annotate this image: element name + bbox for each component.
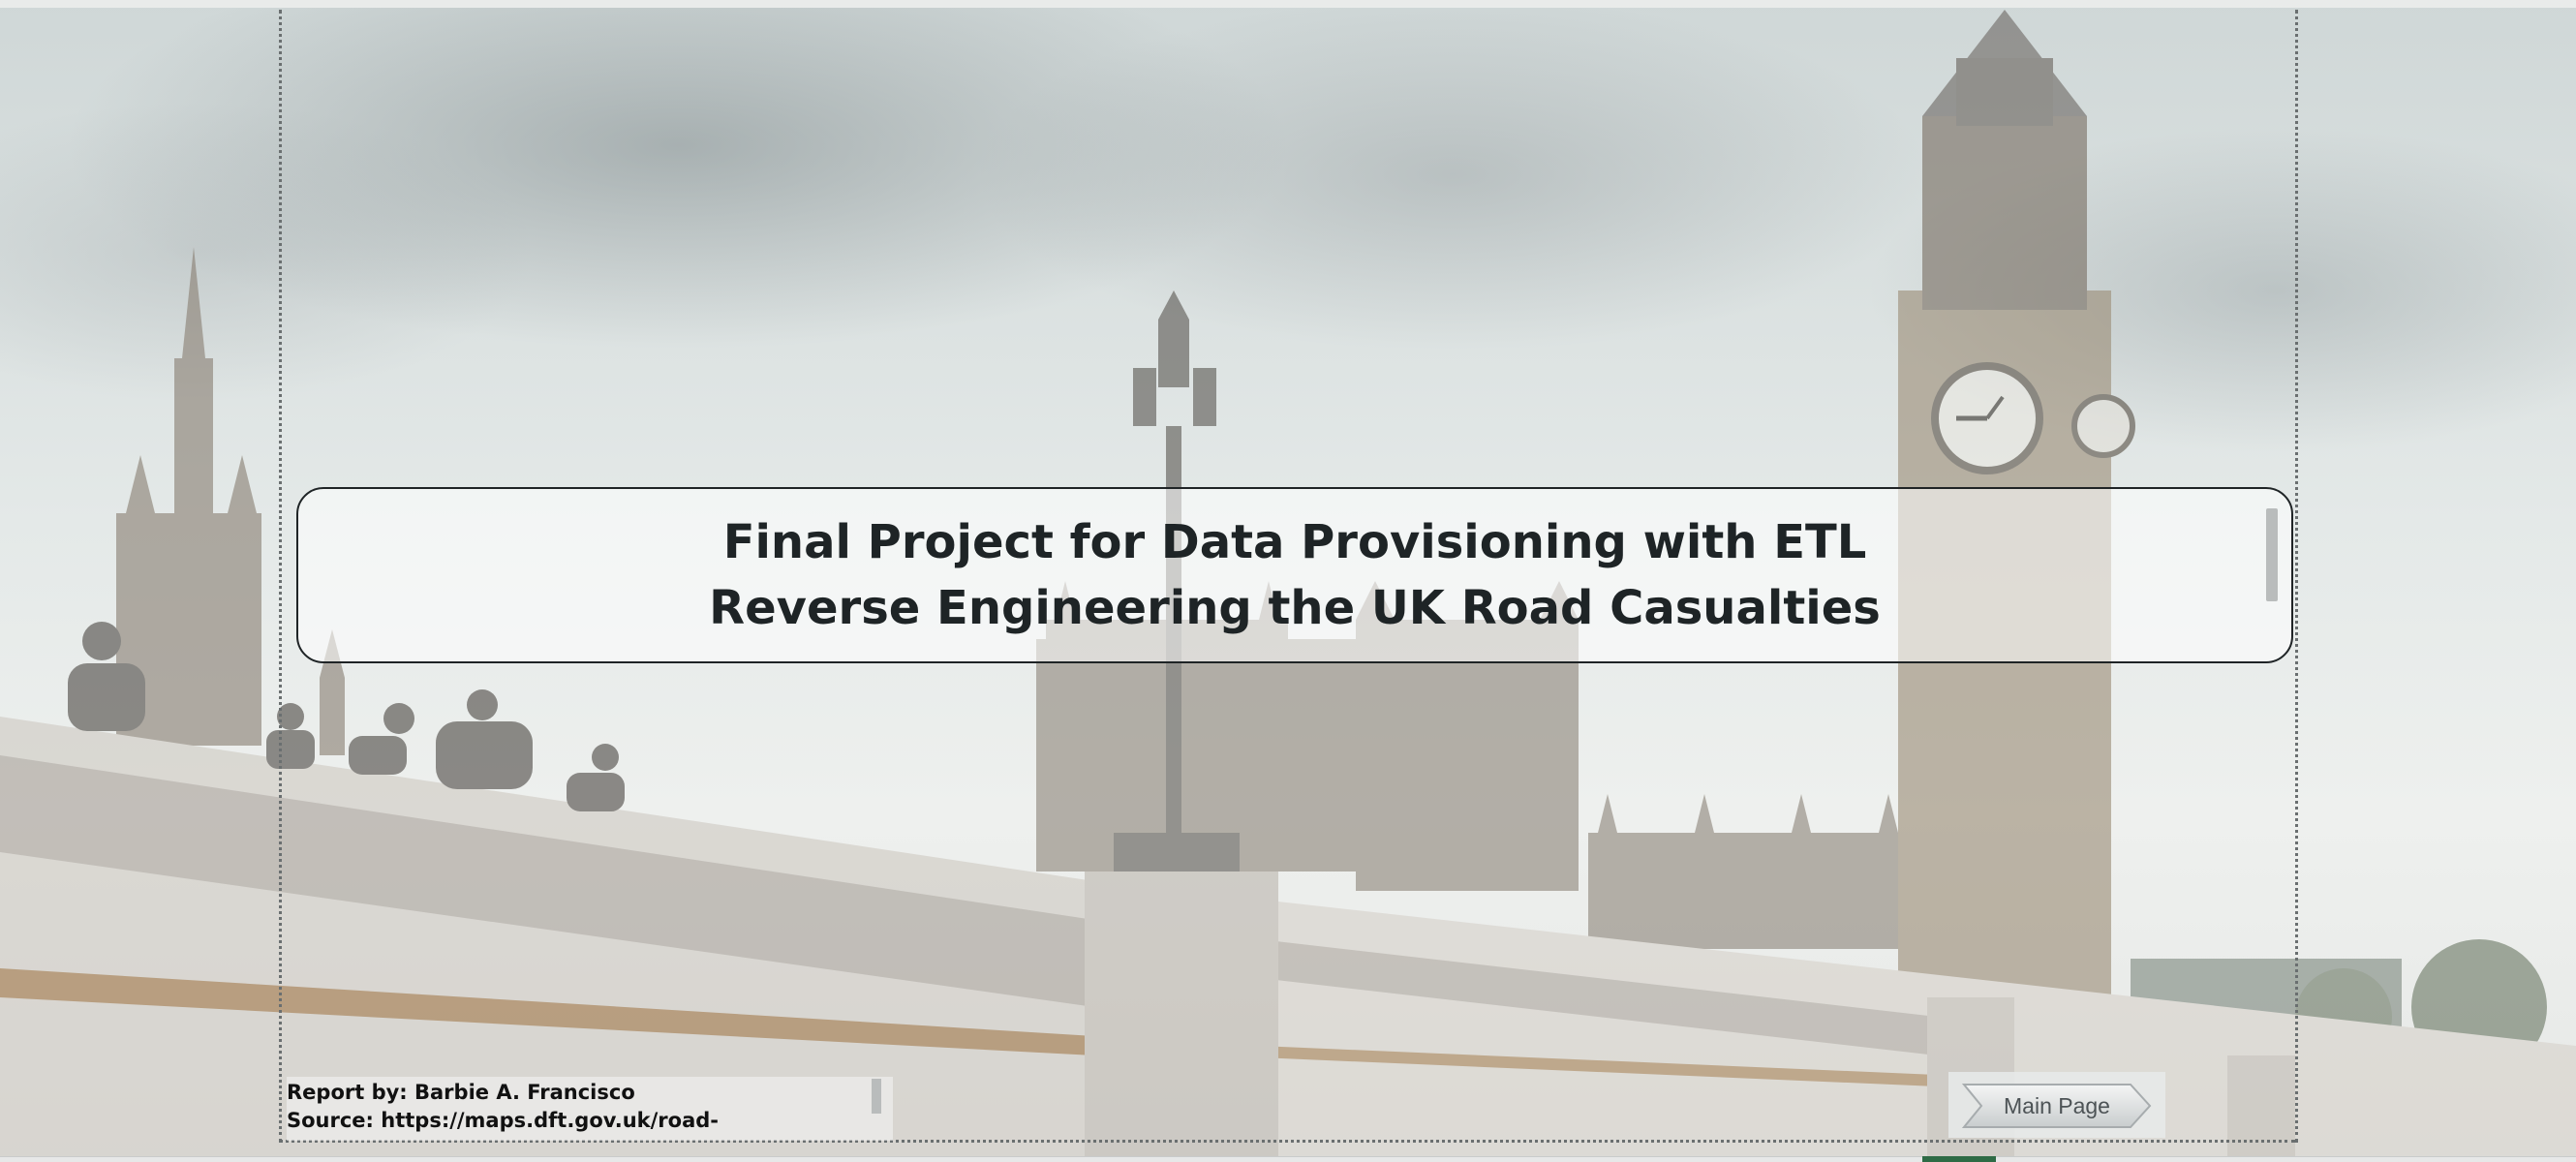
page-break-line-right: [2295, 10, 2298, 1143]
title-line-1: Final Project for Data Provisioning with…: [722, 515, 1867, 569]
main-page-button[interactable]: Main Page: [1962, 1082, 2152, 1130]
title-textbox[interactable]: Final Project for Data Provisioning with…: [296, 487, 2293, 663]
report-scrollbar[interactable]: [872, 1079, 881, 1114]
report-author: Report by: Barbie A. Francisco: [287, 1081, 635, 1104]
slide-canvas: Final Project for Data Provisioning with…: [0, 0, 2576, 1162]
textbox-scrollbar[interactable]: [2266, 508, 2278, 601]
page-break-line-left: [279, 10, 282, 1143]
report-info-textbox[interactable]: Report by: Barbie A. Francisco Source: h…: [287, 1077, 893, 1141]
title-line-2: Reverse Engineering the UK Road Casualti…: [709, 581, 1881, 635]
sheet-tab-bar: [0, 1156, 2576, 1162]
top-edge: [0, 0, 2576, 8]
main-page-label: Main Page: [2004, 1092, 2110, 1118]
report-source: Source: https://maps.dft.gov.uk/road-: [287, 1109, 720, 1132]
active-sheet-indicator[interactable]: [1922, 1156, 1996, 1162]
main-page-button-frame: Main Page: [1948, 1072, 2165, 1138]
